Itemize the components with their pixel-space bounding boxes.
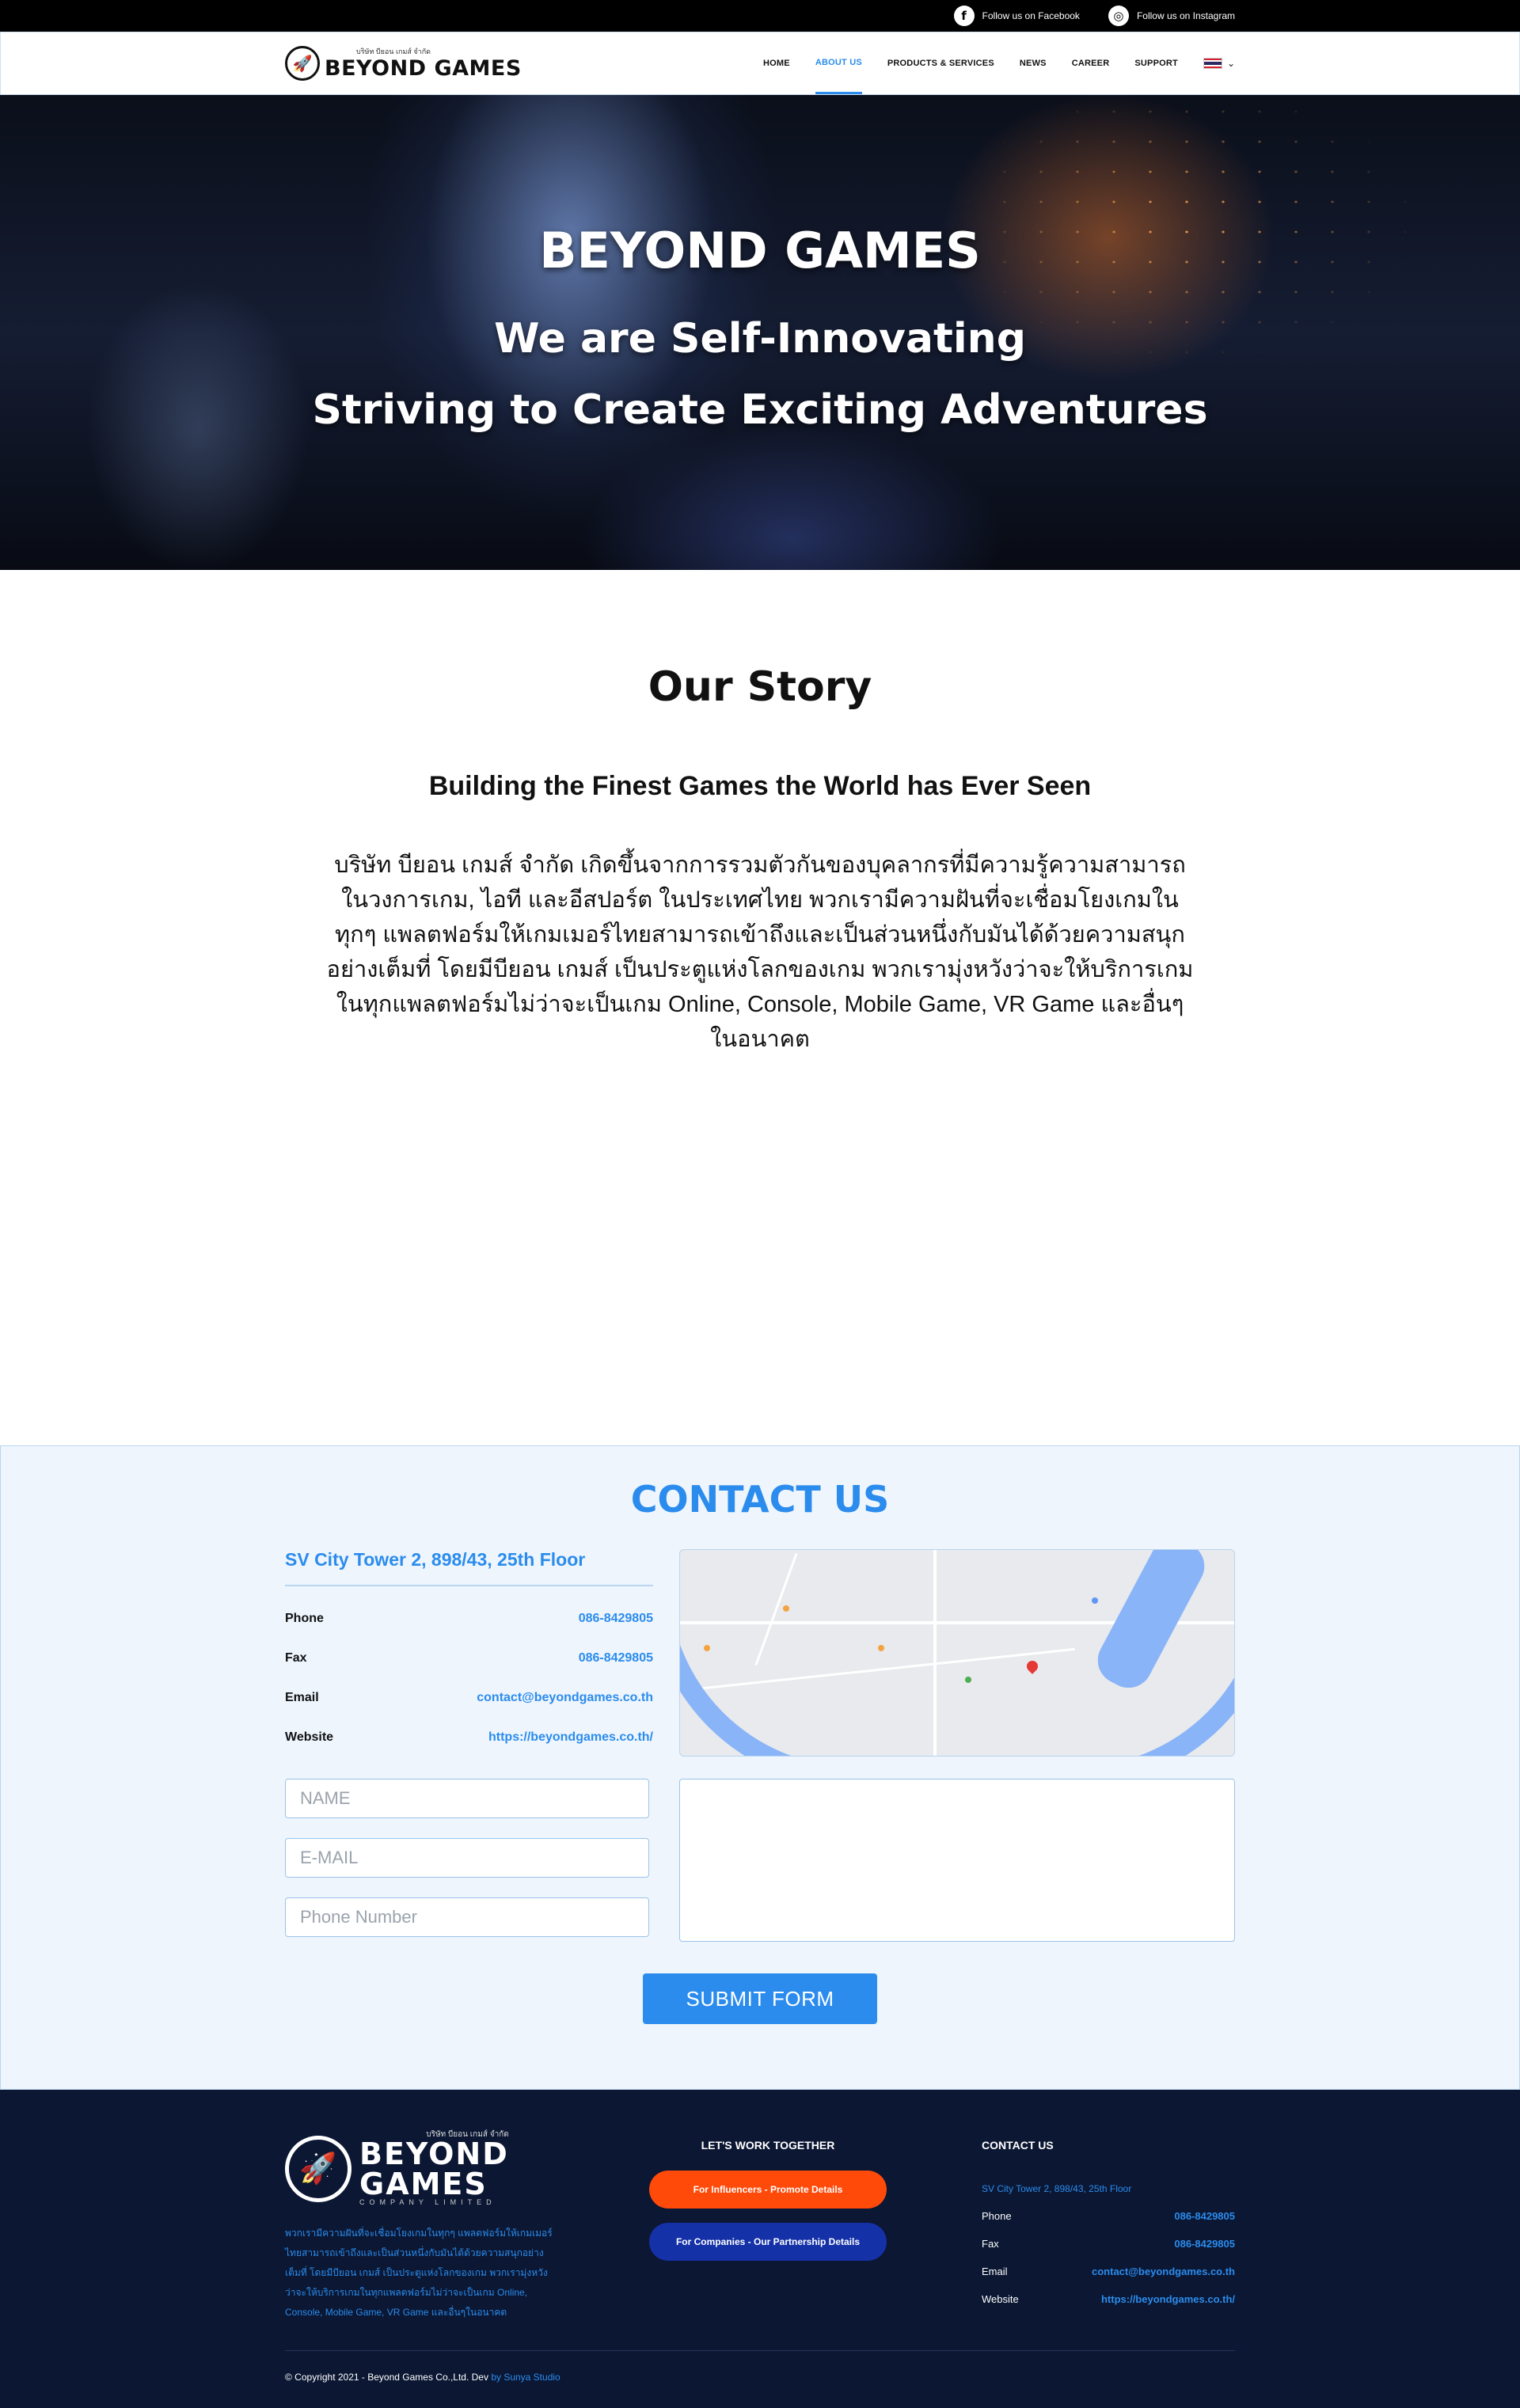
language-selector[interactable]: ⌄ xyxy=(1203,58,1235,69)
work-together-title: LET'S WORK TOGETHER xyxy=(701,2139,835,2152)
map-poi-icon xyxy=(783,1605,789,1612)
contact-email-link[interactable]: contact@beyondgames.co.th xyxy=(477,1691,653,1705)
hero-banner: BEYOND GAMES We are Self-Innovating Stri… xyxy=(0,95,1520,570)
footer-website-label: Website xyxy=(982,2293,1019,2305)
contact-address: SV City Tower 2, 898/43, 25th Floor xyxy=(285,1549,653,1586)
footer-logo-text: บริษัท บียอน เกมส์ จำกัด BEYOND GAMES CO… xyxy=(359,2131,509,2206)
map-poi-icon xyxy=(878,1645,884,1651)
story-title: Our Story xyxy=(648,663,872,711)
chevron-down-icon: ⌄ xyxy=(1226,58,1235,69)
contact-email-label: Email xyxy=(285,1691,319,1704)
nav-products-services[interactable]: PRODUCTS & SERVICES xyxy=(887,32,994,94)
hero-tagline-2: Striving to Create Exciting Adventures xyxy=(312,386,1208,434)
main-nav: HOME ABOUT US PRODUCTS & SERVICES NEWS C… xyxy=(763,32,1235,94)
instagram-link[interactable]: ◎ Follow us on Instagram xyxy=(1108,6,1235,26)
footer-fax-link[interactable]: 086-8429805 xyxy=(1174,2238,1235,2250)
top-bar: f Follow us on Facebook ◎ Follow us on I… xyxy=(0,0,1520,32)
story-body: บริษัท บียอน เกมส์ จำกัด เกิดขึ้นจากการร… xyxy=(326,853,1194,1052)
contact-info: SV City Tower 2, 898/43, 25th Floor Phon… xyxy=(285,1549,653,1757)
footer-fax-label: Fax xyxy=(982,2238,999,2250)
contact-website-link[interactable]: https://beyondgames.co.th/ xyxy=(488,1730,653,1745)
nav-career[interactable]: CAREER xyxy=(1072,32,1110,94)
map-poi-icon xyxy=(1092,1597,1098,1604)
companies-button[interactable]: For Companies - Our Partnership Details xyxy=(649,2223,887,2261)
footer-contact: CONTACT US SV City Tower 2, 898/43, 25th… xyxy=(982,2131,1235,2350)
footer-phone-label: Phone xyxy=(982,2210,1012,2222)
map-poi-icon xyxy=(704,1645,710,1651)
site-footer: 🚀 บริษัท บียอน เกมส์ จำกัด BEYOND GAMES … xyxy=(0,2090,1520,2408)
footer-phone-row: Phone 086-8429805 xyxy=(982,2210,1235,2222)
site-logo[interactable]: 🚀 บริษัท บียอน เกมส์ จำกัด BEYOND GAMES xyxy=(285,46,522,81)
site-header: 🚀 บริษัท บียอน เกมส์ จำกัด BEYOND GAMES … xyxy=(0,32,1520,95)
nav-news[interactable]: NEWS xyxy=(1020,32,1047,94)
phone-input[interactable] xyxy=(285,1897,649,1937)
nav-about-us[interactable]: ABOUT US xyxy=(815,32,862,94)
footer-website-link[interactable]: https://beyondgames.co.th/ xyxy=(1101,2293,1235,2305)
footer-logo-line-2: GAMES xyxy=(359,2167,488,2201)
copyright: © Copyright 2021 - Beyond Games Co.,Ltd.… xyxy=(285,2351,1235,2383)
facebook-label: Follow us on Facebook xyxy=(982,10,1080,21)
copyright-text: © Copyright 2021 - Beyond Games Co.,Ltd.… xyxy=(285,2372,488,2383)
facebook-link[interactable]: f Follow us on Facebook xyxy=(953,6,1080,26)
location-map[interactable] xyxy=(679,1549,1235,1757)
contact-phone-label: Phone xyxy=(285,1612,324,1625)
contact-form-fields xyxy=(285,1779,649,1942)
logo-brand-name: BEYOND GAMES xyxy=(325,55,522,81)
email-input[interactable] xyxy=(285,1838,649,1878)
logo-text: บริษัท บียอน เกมส์ จำกัด BEYOND GAMES xyxy=(325,47,522,81)
contact-fax-row: Fax 086-8429805 xyxy=(285,1651,653,1665)
contact-fax-link[interactable]: 086-8429805 xyxy=(579,1651,653,1665)
nav-home[interactable]: HOME xyxy=(763,32,790,94)
footer-email-link[interactable]: contact@beyondgames.co.th xyxy=(1092,2266,1235,2277)
footer-email-row: Email contact@beyondgames.co.th xyxy=(982,2266,1235,2277)
logo-thai-name: บริษัท บียอน เกมส์ จำกัด xyxy=(356,47,431,55)
contact-phone-row: Phone 086-8429805 xyxy=(285,1612,653,1626)
submit-form-button[interactable]: SUBMIT FORM xyxy=(643,1973,877,2024)
footer-contact-title: CONTACT US xyxy=(982,2139,1054,2152)
contact-website-label: Website xyxy=(285,1730,334,1744)
contact-fax-label: Fax xyxy=(285,1651,307,1665)
contact-email-row: Email contact@beyondgames.co.th xyxy=(285,1691,653,1705)
footer-logo[interactable]: 🚀 บริษัท บียอน เกมส์ จำกัด BEYOND GAMES … xyxy=(285,2131,641,2206)
thai-flag-icon xyxy=(1203,58,1222,69)
footer-description: พวกเรามีความฝันที่จะเชื่อมโยงเกมในทุกๆ แ… xyxy=(285,2228,553,2318)
hero-tagline-1: We are Self-Innovating xyxy=(494,315,1026,363)
contact-website-row: Website https://beyondgames.co.th/ xyxy=(285,1730,653,1745)
rocket-logo-icon: 🚀 xyxy=(285,46,320,81)
instagram-label: Follow us on Instagram xyxy=(1136,10,1235,21)
footer-phone-link[interactable]: 086-8429805 xyxy=(1174,2210,1235,2222)
story-subtitle: Building the Finest Games the World has … xyxy=(428,771,1092,801)
message-textarea[interactable] xyxy=(679,1779,1235,1942)
our-story-section: Our Story Building the Finest Games the … xyxy=(0,570,1520,1445)
hero-title: BEYOND GAMES xyxy=(539,222,981,279)
facebook-icon: f xyxy=(953,6,975,26)
contact-phone-link[interactable]: 086-8429805 xyxy=(579,1612,653,1626)
rocket-logo-icon: 🚀 xyxy=(285,2135,352,2202)
footer-website-row: Website https://beyondgames.co.th/ xyxy=(982,2293,1235,2305)
footer-email-label: Email xyxy=(982,2266,1008,2277)
nav-support[interactable]: SUPPORT xyxy=(1134,32,1178,94)
influencers-button[interactable]: For Influencers - Promote Details xyxy=(649,2171,887,2209)
developer-link[interactable]: by Sunya Studio xyxy=(491,2372,560,2383)
footer-fax-row: Fax 086-8429805 xyxy=(982,2238,1235,2250)
map-poi-icon xyxy=(965,1677,971,1683)
name-input[interactable] xyxy=(285,1779,649,1818)
instagram-icon: ◎ xyxy=(1108,6,1129,26)
footer-address: SV City Tower 2, 898/43, 25th Floor xyxy=(982,2183,1132,2194)
contact-section: CONTACT US SV City Tower 2, 898/43, 25th… xyxy=(0,1445,1520,2090)
footer-logo-line-3: COMPANY LIMITED xyxy=(359,2198,496,2206)
contact-title: CONTACT US xyxy=(630,1478,890,1521)
hero-text: BEYOND GAMES We are Self-Innovating Stri… xyxy=(0,95,1520,570)
footer-logo-line-1: BEYOND xyxy=(359,2136,509,2171)
